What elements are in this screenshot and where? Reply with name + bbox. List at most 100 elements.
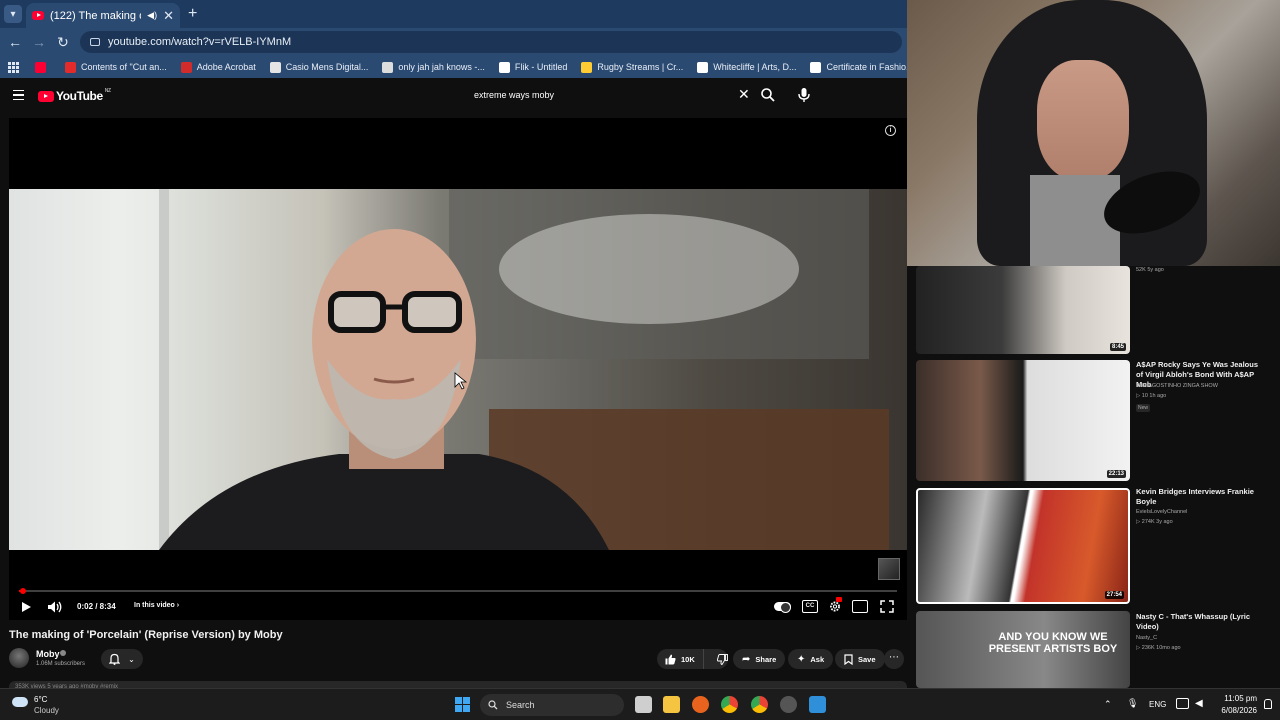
progress-scrubber[interactable] bbox=[19, 588, 26, 594]
thumbnail-caption: AND YOU KNOW WE PRESENT ARTISTS BOY bbox=[988, 631, 1118, 655]
notifications-bell-button[interactable]: ⌄ bbox=[101, 649, 143, 669]
notification-bell-icon[interactable] bbox=[1264, 699, 1272, 709]
network-icon[interactable] bbox=[1176, 698, 1189, 709]
chrome-icon[interactable] bbox=[721, 696, 738, 713]
youtube-logo[interactable]: YouTube NZ bbox=[38, 88, 111, 103]
recommendation-thumbnail-selected[interactable]: 27:54 bbox=[916, 488, 1130, 604]
chevron-up-icon[interactable]: ⌃ bbox=[1104, 699, 1112, 710]
bookmark-favicon-icon bbox=[65, 61, 76, 73]
recommendation-thumbnail[interactable]: AND YOU KNOW WE PRESENT ARTISTS BOY bbox=[916, 611, 1130, 688]
youtube-play-icon bbox=[38, 90, 54, 102]
site-info-icon[interactable] bbox=[90, 38, 100, 46]
ask-button[interactable]: ✦ Ask bbox=[788, 649, 834, 669]
subscriber-count: 1.06M subscribers bbox=[36, 661, 86, 667]
back-arrow-icon[interactable]: ← bbox=[5, 32, 25, 52]
address-bar[interactable]: youtube.com/watch?v=rVELB-IYMnM bbox=[80, 31, 902, 53]
file-explorer-icon[interactable] bbox=[663, 696, 680, 713]
chapters-label: In this video bbox=[134, 602, 175, 609]
bookmark-icon bbox=[844, 653, 853, 665]
bookmark-item[interactable]: Casio Mens Digital... bbox=[263, 61, 376, 73]
recommendation-meta-text: 274K 3y ago bbox=[1141, 519, 1173, 525]
clock-date[interactable]: 6/08/2026 bbox=[1207, 706, 1257, 715]
windows-start-icon[interactable] bbox=[455, 697, 470, 712]
recommendation-thumbnail[interactable]: 8:45 bbox=[916, 266, 1130, 354]
recommendation-channel[interactable]: EvieIsLovelyChannel bbox=[1136, 509, 1187, 515]
forward-arrow-icon[interactable]: → bbox=[29, 32, 49, 52]
channel-watermark[interactable] bbox=[878, 558, 900, 580]
recommendation-thumbnail[interactable]: 22:13 bbox=[916, 360, 1130, 481]
theater-mode-icon[interactable] bbox=[852, 600, 868, 613]
clear-search-icon[interactable]: ✕ bbox=[738, 87, 750, 101]
volume-icon[interactable]: ◀ bbox=[1195, 698, 1203, 709]
search-input[interactable]: extreme ways moby bbox=[465, 84, 785, 106]
app-window-icon[interactable] bbox=[809, 696, 826, 713]
video-duration: 22:13 bbox=[1106, 470, 1126, 478]
play-icon[interactable] bbox=[22, 602, 31, 612]
video-frame[interactable] bbox=[9, 189, 907, 550]
tab-search-button[interactable]: ▾ bbox=[4, 5, 22, 23]
recommendation-channel[interactable]: Nasty_C bbox=[1136, 635, 1157, 641]
more-actions-icon[interactable]: ⋯ bbox=[884, 649, 904, 669]
apps-grid-icon[interactable] bbox=[8, 62, 19, 73]
bookmark-item[interactable]: Rugby Streams | Cr... bbox=[574, 61, 690, 73]
captions-icon[interactable]: CC bbox=[802, 600, 818, 613]
bookmark-favicon-icon bbox=[35, 61, 46, 73]
fullscreen-icon[interactable] bbox=[879, 600, 895, 613]
recommendation-meta-text: 10 1h ago bbox=[1141, 393, 1167, 399]
recommendation-channel[interactable]: THE AGOSTINHO ZINGA SHOW bbox=[1136, 383, 1218, 389]
autoplay-toggle[interactable] bbox=[774, 602, 791, 613]
recommendation-meta: 52K 5y ago bbox=[1136, 267, 1164, 273]
bookmark-favicon-icon bbox=[810, 61, 822, 73]
dislike-button[interactable] bbox=[709, 653, 736, 665]
brave-browser-icon[interactable] bbox=[692, 696, 709, 713]
bookmark-item[interactable] bbox=[28, 61, 58, 73]
channel-avatar[interactable] bbox=[9, 648, 29, 668]
taskbar-search-box[interactable]: Search bbox=[480, 694, 624, 716]
task-view-icon[interactable] bbox=[635, 696, 652, 713]
cloud-icon[interactable] bbox=[12, 697, 28, 707]
bookmark-item[interactable]: Flik - Untitled bbox=[492, 61, 575, 73]
progress-bar[interactable] bbox=[19, 590, 897, 592]
bookmark-label: only jah jah knows -... bbox=[398, 62, 485, 72]
ask-label: Ask bbox=[810, 654, 825, 664]
recommendation-meta-text: 236K 10mo ago bbox=[1141, 645, 1181, 651]
volume-icon[interactable] bbox=[47, 600, 63, 614]
recommendation-title[interactable]: Nasty C - That's Whassup (Lyric Video) bbox=[1136, 612, 1266, 632]
clock-time[interactable]: 11:05 pm bbox=[1217, 694, 1257, 703]
speaker-icon[interactable]: ◀) bbox=[147, 10, 157, 21]
channel-name[interactable]: Moby bbox=[36, 649, 60, 659]
weather-description[interactable]: Cloudy bbox=[34, 706, 59, 715]
bookmark-item[interactable]: Adobe Acrobat bbox=[174, 61, 263, 73]
bookmark-label: Flik - Untitled bbox=[514, 62, 568, 72]
language-indicator[interactable]: ENG bbox=[1149, 700, 1166, 709]
recommendation-meta: ▷ 236K 10mo ago bbox=[1136, 645, 1181, 651]
browser-tab-active[interactable]: (122) The making of 'Porcel ◀) ✕ bbox=[26, 3, 180, 28]
video-player[interactable]: i 0:02 / 8:34 In this video › CC bbox=[9, 118, 907, 620]
search-icon[interactable] bbox=[760, 87, 776, 103]
bookmark-item[interactable]: Contents of "Cut an... bbox=[58, 61, 174, 73]
hamburger-menu-icon[interactable] bbox=[13, 90, 24, 100]
bookmark-label: Whitecliffe | Arts, D... bbox=[713, 62, 797, 72]
like-button[interactable]: 10K bbox=[657, 649, 704, 669]
video-duration: 8:45 bbox=[1109, 343, 1126, 351]
microphone-icon[interactable]: 🎙 bbox=[1127, 698, 1138, 709]
save-button[interactable]: Save bbox=[835, 649, 885, 669]
new-tab-button[interactable]: + bbox=[188, 5, 197, 23]
bookmark-item[interactable]: Certificate in Fashio... bbox=[803, 61, 907, 73]
bookmark-favicon-icon bbox=[180, 61, 192, 73]
microphone-icon[interactable] bbox=[796, 86, 812, 104]
chapters-button[interactable]: In this video › bbox=[134, 602, 179, 609]
webcam-person-face bbox=[1037, 60, 1129, 180]
recommendation-title[interactable]: Kevin Bridges Interviews Frankie Boyle bbox=[1136, 487, 1266, 507]
obs-icon[interactable] bbox=[780, 696, 797, 713]
chrome-profile-icon[interactable] bbox=[751, 696, 768, 713]
weather-temperature[interactable]: 6°C bbox=[34, 695, 47, 704]
info-icon[interactable]: i bbox=[885, 125, 896, 136]
close-tab-icon[interactable]: ✕ bbox=[163, 8, 174, 24]
sparkle-icon: ✦ bbox=[797, 653, 806, 665]
share-button[interactable]: ➦ Share bbox=[733, 649, 786, 669]
windows-taskbar: 6°C Cloudy Search ⌃ 🎙 ENG ◀ 11:05 pm 6/0… bbox=[0, 688, 1280, 720]
bookmark-item[interactable]: only jah jah knows -... bbox=[375, 61, 492, 73]
bookmark-item[interactable]: Whitecliffe | Arts, D... bbox=[690, 61, 803, 73]
reload-icon[interactable]: ↻ bbox=[53, 32, 73, 52]
